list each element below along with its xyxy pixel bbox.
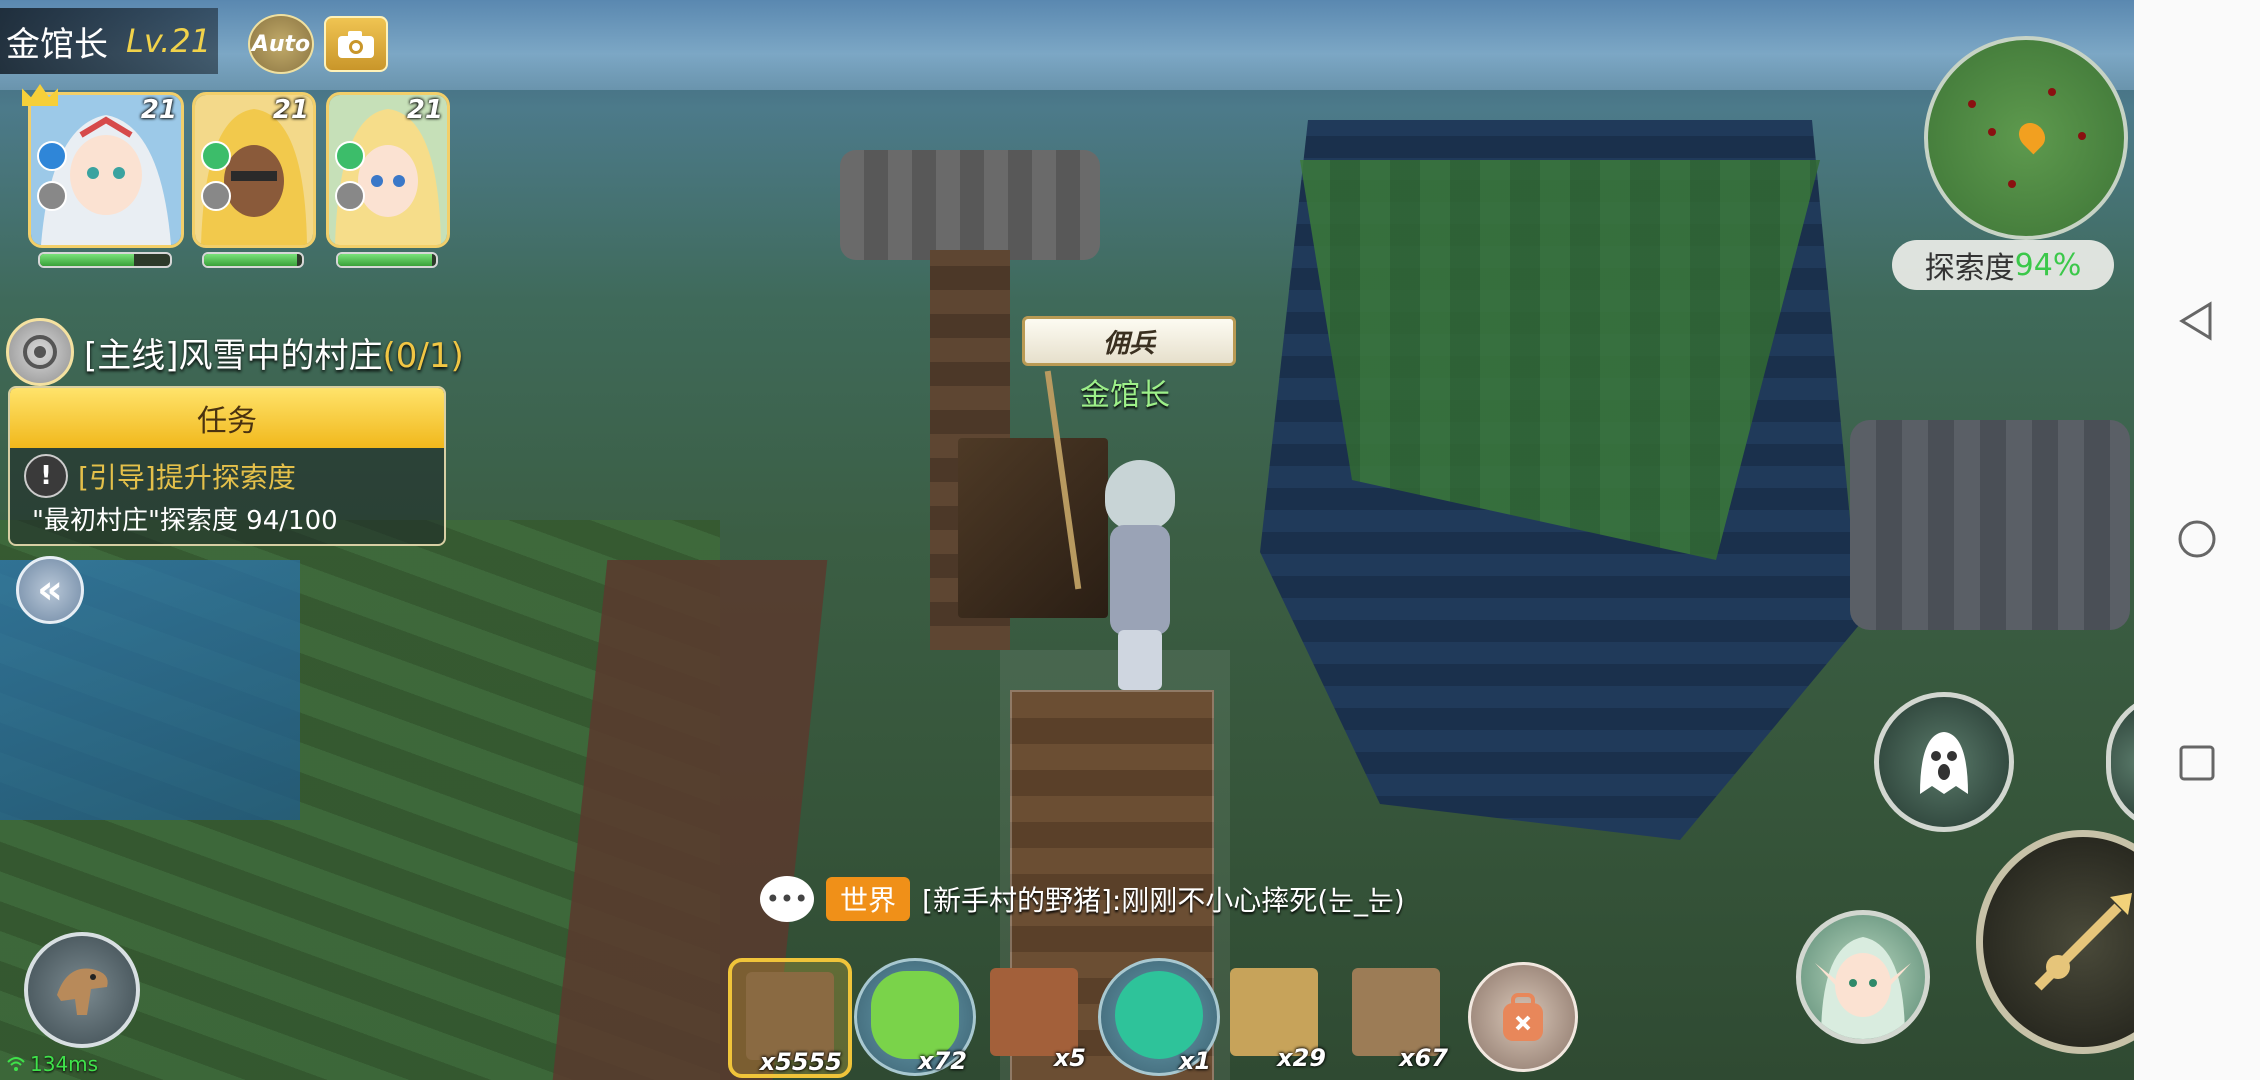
party-member-2[interactable]: 21 [192, 92, 316, 268]
hp-bar [336, 252, 438, 268]
item-count: x5555 [759, 1048, 842, 1076]
quest-target-icon [6, 318, 74, 386]
elf-hero-portrait [1815, 937, 1911, 1039]
map-dot [1988, 128, 1996, 136]
weapon-icon [335, 181, 365, 211]
hp-bar [202, 252, 304, 268]
player-character [1080, 460, 1200, 690]
plank-block-icon [1352, 968, 1440, 1056]
recents-button[interactable] [2168, 734, 2226, 792]
task-panel[interactable]: 任务 ! [引导]提升探索度 "最初村庄"探索度 94/100 [8, 386, 446, 546]
character-hair [1105, 460, 1175, 530]
ghost-emote-icon [1920, 732, 1968, 794]
water-element-icon [37, 141, 67, 171]
task-detail: "最初村庄"探索度 94/100 [32, 506, 338, 536]
party-member-1[interactable]: 21 [22, 84, 184, 268]
task-tab[interactable]: 任务 [10, 388, 444, 448]
item-count: x5 [1053, 1044, 1086, 1072]
map-dot [2078, 132, 2086, 140]
hotbar-slot-3[interactable]: x5 [976, 958, 1092, 1072]
task-guide-row: ! [引导]提升探索度 [24, 454, 296, 498]
sand-block-icon [1230, 968, 1318, 1056]
npc-title: 佣兵 [1102, 328, 1155, 359]
chat-message: [新手村的野猪]:刚刚不小心摔死(눈_눈) [922, 884, 1405, 917]
recents-square-icon [2179, 745, 2215, 781]
auto-label: Auto [251, 31, 311, 57]
player-level: Lv.21 [126, 22, 212, 60]
hotbar-slot-6[interactable]: x67 [1338, 958, 1454, 1072]
exclamation-icon: ! [24, 454, 68, 498]
chat-bubble-icon[interactable]: ••• [760, 876, 814, 922]
emote-button[interactable] [1874, 692, 2014, 832]
player-name: 金馆长 [6, 24, 108, 65]
wind-element-icon [201, 141, 231, 171]
member-level: 21 [272, 95, 309, 125]
character-legs [1118, 630, 1162, 690]
character-body [1110, 525, 1170, 635]
hotbar-slot-4[interactable]: x1 [1098, 958, 1220, 1076]
weapon-icon [201, 181, 231, 211]
minimap[interactable] [1924, 36, 2128, 240]
player-header[interactable]: 金馆长 Lv.21 [0, 8, 218, 74]
quest-title: [主线]风雪中的村庄(0/1) [84, 335, 464, 376]
wifi-icon [7, 1057, 25, 1071]
player-overhead-name: 金馆长 [1080, 378, 1170, 413]
back-triangle-icon [2179, 301, 2212, 341]
system-nav-bar [2134, 0, 2260, 1080]
hotbar-slot-5[interactable]: x29 [1216, 958, 1332, 1072]
hotbar-slot-2[interactable]: x72 [854, 958, 976, 1076]
map-dot [2048, 88, 2056, 96]
backpack-icon [1503, 993, 1543, 1041]
collapse-button[interactable]: « [16, 556, 84, 624]
dinosaur-mount-icon [57, 968, 108, 1015]
chat-bar[interactable]: ••• 世界 [新手村的野猪]:刚刚不小心摔死(눈_눈) [760, 876, 1405, 922]
mount-button[interactable] [24, 932, 140, 1048]
party-portrait: 21 [28, 92, 184, 248]
ping-value: 134ms [30, 1052, 99, 1076]
weapon-icon [37, 181, 67, 211]
sky [0, 0, 2134, 90]
explore-value: 94% [2014, 247, 2082, 283]
member-level: 21 [140, 95, 177, 125]
explore-label: 探索度 [1924, 251, 2015, 286]
network-status: 134ms [6, 1052, 98, 1076]
floating-rock-right [1850, 420, 2130, 630]
spear-attack-icon [2034, 893, 2132, 991]
player-marker-icon [2013, 117, 2051, 155]
hero-switch-button[interactable] [1796, 910, 1930, 1044]
green-potion-icon [871, 971, 959, 1059]
back-button[interactable] [2168, 292, 2226, 350]
item-count: x67 [1399, 1044, 1448, 1072]
chat-channel-tag: 世界 [826, 877, 911, 921]
npc-title-plate: 佣兵 [1022, 316, 1236, 366]
home-button[interactable] [2168, 510, 2226, 568]
main-quest[interactable]: [主线]风雪中的村庄(0/1) [6, 318, 464, 386]
member-level: 21 [406, 95, 443, 125]
party-portrait: 21 [192, 92, 316, 248]
home-circle-icon [2178, 520, 2216, 558]
task-guide: [引导]提升探索度 [78, 461, 296, 494]
party-portrait: 21 [326, 92, 450, 248]
hotbar-slot-1[interactable]: x5555 [728, 958, 852, 1078]
teal-potion-icon [1115, 971, 1203, 1059]
exploration-meter: 探索度 94% [1892, 240, 2114, 290]
item-count: x1 [1178, 1047, 1211, 1075]
wood-block-icon [746, 972, 834, 1060]
backpack-button[interactable] [1468, 962, 1578, 1072]
hp-bar [38, 252, 172, 268]
item-count: x29 [1277, 1044, 1326, 1072]
party-member-3[interactable]: 21 [326, 92, 450, 268]
camera-icon [338, 31, 374, 58]
item-count: x72 [918, 1047, 967, 1075]
wind-element-icon [335, 141, 365, 171]
cracked-brick-icon [990, 968, 1078, 1056]
auto-button[interactable]: Auto [248, 14, 314, 74]
map-dot [2008, 180, 2016, 188]
map-dot [1968, 100, 1976, 108]
camera-button[interactable] [324, 16, 388, 72]
floating-rock-center [840, 150, 1100, 260]
quest-progress: (0/1) [382, 335, 464, 376]
double-chevron-left-icon: « [37, 567, 63, 613]
